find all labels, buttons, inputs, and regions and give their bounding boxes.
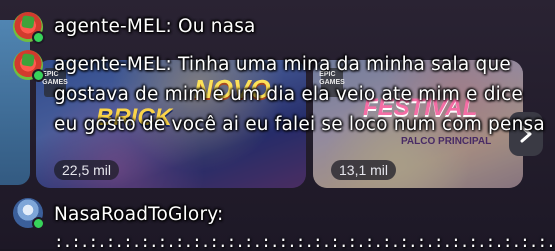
online-status-dot bbox=[32, 31, 45, 44]
online-status-dot bbox=[32, 69, 45, 82]
chat-username[interactable]: agente-MEL: bbox=[54, 54, 172, 75]
chat-username[interactable]: NasaRoadToGlory: bbox=[54, 204, 223, 225]
online-status-dot bbox=[32, 217, 45, 230]
chat-overlay: agente-MEL: Ou nasa agente-MEL: Tinha um… bbox=[0, 0, 555, 251]
chat-username[interactable]: agente-MEL: bbox=[54, 16, 172, 37]
green-character-avatar[interactable] bbox=[13, 12, 45, 44]
chat-message-text: Ou nasa bbox=[177, 16, 256, 37]
chat-message-cutoff: :.:.:.:.:.:.:.:.:.:.:.:.:.:.:.:.:.:.:.:.… bbox=[54, 232, 555, 251]
astronaut-avatar[interactable] bbox=[13, 198, 45, 230]
green-character-avatar[interactable] bbox=[13, 50, 45, 82]
